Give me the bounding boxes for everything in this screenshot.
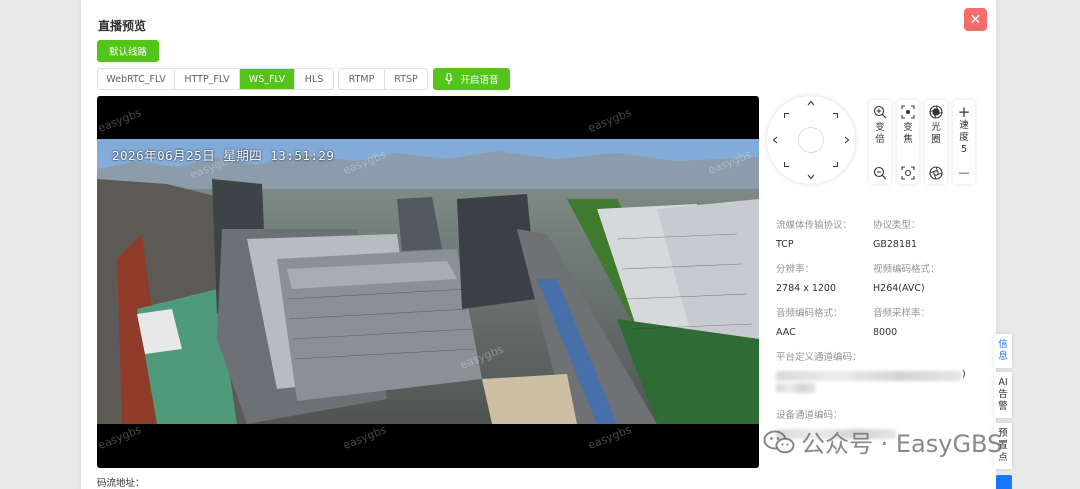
transport-protocol-label: 流媒体传输协议： [776, 220, 853, 231]
iris-control: 光圈 [925, 100, 947, 184]
side-tab-ai-alarm-label: AI告警 [998, 377, 1008, 412]
wechat-icon [763, 430, 795, 453]
resolution-label: 分辨率： [776, 264, 815, 275]
tab-ws-flv[interactable]: WS_FLV [240, 69, 295, 89]
ptz-center-button[interactable] [798, 127, 824, 153]
speed-control: + 速度 5 — [953, 100, 975, 184]
zoom-label: 变倍 [875, 122, 885, 145]
chevron-left-icon[interactable] [772, 136, 778, 144]
focus-control: 变焦 [897, 100, 919, 184]
side-tab-info-label: 信息 [998, 339, 1008, 362]
protocol-type-label: 协议类型： [873, 220, 921, 231]
tab-webrtc-flv[interactable]: WebRTC_FLV [98, 69, 175, 89]
aperture-open-icon[interactable] [929, 105, 943, 119]
side-tab-ai-alarm[interactable]: AI告警 [994, 372, 1012, 418]
watermark-text: easygbs [586, 422, 634, 453]
arrow-down-left-icon[interactable] [784, 162, 789, 167]
redacted-channel-code [776, 371, 962, 381]
video-player[interactable]: easygbs easygbs 2026年06月25日 星期四 13:51:29… [97, 96, 759, 468]
resolution-value: 2784 x 1200 [776, 283, 837, 294]
arrow-up-right-icon[interactable] [833, 113, 838, 118]
close-icon: ✕ [969, 11, 982, 28]
enable-voice-button[interactable]: 开启语音 [433, 68, 510, 90]
watermark-text: easygbs [97, 105, 144, 136]
city-scene-image: easygbs easygbs [97, 139, 759, 424]
audio-codec-label: 音频编码格式： [776, 308, 843, 319]
audio-sample-rate-value: 8000 [873, 327, 898, 338]
osd-datetime: 2026年06月25日 星期四 13:51:29 [112, 148, 335, 163]
focus-near-icon[interactable] [901, 166, 915, 180]
chevron-up-icon[interactable] [807, 100, 815, 106]
platform-channel-code-label: 平台定义通道编码： [776, 352, 862, 363]
chevron-down-icon[interactable] [807, 174, 815, 180]
arrow-down-right-icon[interactable] [833, 162, 838, 167]
transport-protocol-value: TCP [776, 239, 794, 250]
aperture-close-icon[interactable] [929, 166, 943, 180]
microphone-icon [445, 73, 454, 85]
tab-hls[interactable]: HLS [295, 69, 333, 89]
zoom-in-icon[interactable] [873, 105, 887, 119]
speed-value: 5 [960, 144, 968, 155]
tab-http-flv[interactable]: HTTP_FLV [175, 69, 240, 89]
chevron-right-icon[interactable] [844, 136, 850, 144]
arrow-up-left-icon[interactable] [784, 113, 789, 118]
platform-channel-code-tail: ) [962, 369, 966, 380]
side-tab-info[interactable]: 信息 [994, 334, 1012, 368]
wechat-watermark: 公众号 · EasyGBS [763, 424, 1002, 459]
protocol-type-value: GB28181 [873, 239, 918, 250]
zoom-out-icon[interactable] [873, 166, 887, 180]
stream-address-label: 码流地址： [97, 478, 145, 489]
tab-rtsp[interactable]: RTSP [385, 69, 427, 89]
protocol-tab-group-2: RTMP RTSP [338, 68, 428, 90]
iris-label: 光圈 [931, 122, 941, 145]
speed-decrease-icon[interactable]: — [957, 166, 971, 180]
ptz-direction-pad [767, 96, 855, 184]
device-channel-code-label: 设备通道编码： [776, 410, 843, 421]
default-route-button[interactable]: 默认线路 [97, 40, 159, 62]
wechat-watermark-text: 公众号 · EasyGBS [801, 430, 1003, 458]
video-frame: easygbs easygbs 2026年06月25日 星期四 13:51:29 [97, 139, 759, 424]
speed-label: 速度 [959, 120, 969, 143]
zoom-control: 变倍 [869, 100, 891, 184]
speed-increase-icon[interactable]: + [957, 105, 971, 120]
audio-codec-value: AAC [776, 327, 796, 338]
watermark-text: easygbs [97, 422, 144, 453]
video-codec-value: H264(AVC) [873, 283, 925, 294]
focus-label: 变焦 [903, 122, 913, 145]
redacted-channel-code [776, 383, 816, 393]
close-button[interactable]: ✕ [964, 8, 987, 31]
focus-far-icon[interactable] [901, 105, 915, 119]
watermark-text: easygbs [586, 105, 634, 136]
protocol-tab-group-1: WebRTC_FLV HTTP_FLV WS_FLV HLS [97, 68, 334, 90]
side-tab-indicator[interactable] [996, 475, 1012, 489]
tab-rtmp[interactable]: RTMP [339, 69, 385, 89]
voice-button-label: 开启语音 [460, 75, 499, 86]
video-codec-label: 视频编码格式： [873, 264, 940, 275]
audio-sample-rate-label: 音频采样率： [873, 308, 931, 319]
dialog-title: 直播预览 [98, 19, 147, 33]
watermark-text: easygbs [341, 422, 389, 453]
